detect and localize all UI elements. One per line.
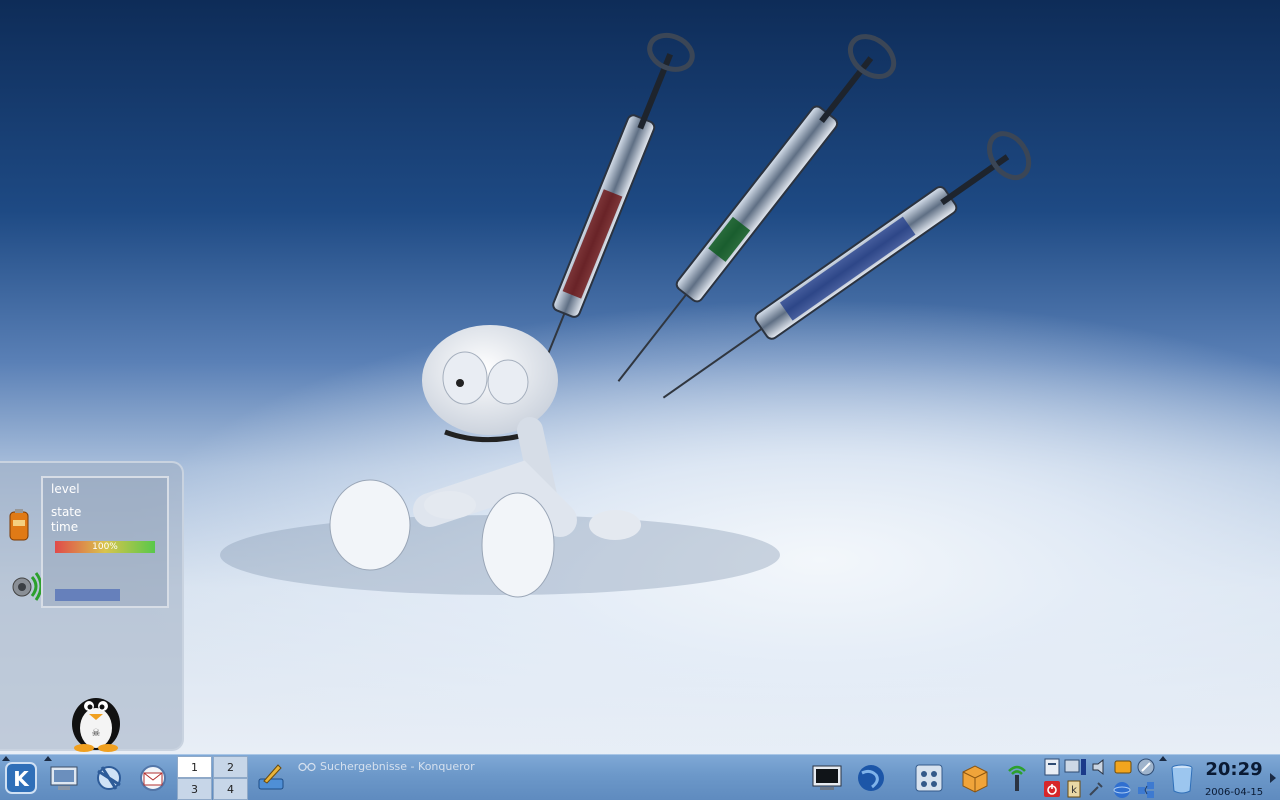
- kde-menu-button[interactable]: K: [2, 758, 40, 798]
- power-icon: [1044, 781, 1060, 797]
- network-tray[interactable]: [1112, 779, 1132, 799]
- browser-launcher[interactable]: [852, 758, 890, 798]
- pager-desktop-4[interactable]: 4: [213, 778, 248, 800]
- desktop-icon: [50, 766, 78, 790]
- network-icon: [1113, 782, 1131, 798]
- panel-right-arrow[interactable]: [1270, 773, 1276, 783]
- display-icon: [1064, 759, 1086, 775]
- power-tray[interactable]: [1042, 779, 1062, 799]
- kget-tray[interactable]: [1136, 757, 1156, 777]
- system-settings-icon: [915, 764, 943, 792]
- package-launcher[interactable]: [956, 758, 994, 798]
- battery-icon[interactable]: [8, 508, 30, 542]
- svg-text:☠: ☠: [92, 728, 101, 739]
- volume-level-fill: [55, 589, 120, 601]
- svg-text:k: k: [1071, 785, 1077, 796]
- terminal-icon: [812, 765, 842, 790]
- kmix-tray[interactable]: [1113, 757, 1133, 777]
- package-icon: [962, 765, 988, 793]
- wireless-icon: [1008, 765, 1026, 791]
- kate-launcher[interactable]: [252, 758, 290, 798]
- kmix-icon: [1114, 760, 1132, 774]
- pager-desktop-3[interactable]: 3: [177, 778, 212, 800]
- update-icon: [1138, 782, 1154, 798]
- wallpaper-syringe-illustration: [220, 32, 1032, 598]
- desktop[interactable]: [0, 0, 1280, 754]
- display-tray[interactable]: [1064, 757, 1088, 777]
- kmail-launcher[interactable]: [134, 758, 172, 798]
- battery-level-bar: 100%: [55, 541, 155, 553]
- konqueror-launcher[interactable]: [90, 758, 128, 798]
- terminal-launcher[interactable]: [808, 758, 846, 798]
- kget-icon: [1137, 758, 1155, 776]
- clock-time[interactable]: 20:29: [1200, 759, 1268, 780]
- kwallet-tray[interactable]: k: [1064, 779, 1084, 799]
- tools-icon: [1089, 782, 1103, 796]
- state-label: state: [51, 505, 82, 519]
- taskbar-window-title: Suchergebnisse - Konqueror: [320, 760, 475, 773]
- clock-date[interactable]: 2006-04-15: [1200, 787, 1268, 798]
- pager-desktop-2[interactable]: 2: [213, 756, 248, 778]
- volume-level-bar[interactable]: [55, 589, 155, 601]
- show-desktop-button[interactable]: [46, 758, 84, 798]
- trash-tray[interactable]: [1163, 758, 1201, 798]
- volume-icon: [1092, 758, 1104, 776]
- browser-globe-icon: [858, 765, 884, 791]
- taskbar-window-konqueror[interactable]: Suchergebnisse - Konqueror: [298, 757, 498, 777]
- konqueror-icon: [97, 766, 121, 790]
- svg-text:K: K: [13, 767, 30, 791]
- speaker-icon[interactable]: [8, 568, 44, 602]
- system-settings-launcher[interactable]: [910, 758, 948, 798]
- klipper-icon: [1044, 758, 1060, 776]
- pager-desktop-1[interactable]: 1: [177, 756, 212, 778]
- trash-icon: [1171, 764, 1193, 794]
- level-label: level: [51, 482, 80, 496]
- tux-penguin-icon[interactable]: ☠: [62, 688, 130, 752]
- kate-icon: [258, 764, 284, 790]
- kde-menu-icon: K: [5, 762, 37, 794]
- taskbar: K 1 2 3 4 Suchergebnisse - Konqueror k 2…: [0, 754, 1280, 800]
- volume-tray[interactable]: [1090, 757, 1110, 777]
- tools-tray[interactable]: [1086, 779, 1106, 799]
- kwallet-icon: k: [1067, 780, 1081, 798]
- battery-monitor-panel: level state time 100%: [41, 476, 169, 608]
- klipper-tray[interactable]: [1042, 757, 1062, 777]
- kmail-icon: [140, 765, 166, 791]
- time-label: time: [51, 520, 79, 534]
- glasses-icon: [298, 762, 316, 772]
- wireless-launcher[interactable]: [998, 758, 1036, 798]
- update-tray[interactable]: [1136, 779, 1156, 799]
